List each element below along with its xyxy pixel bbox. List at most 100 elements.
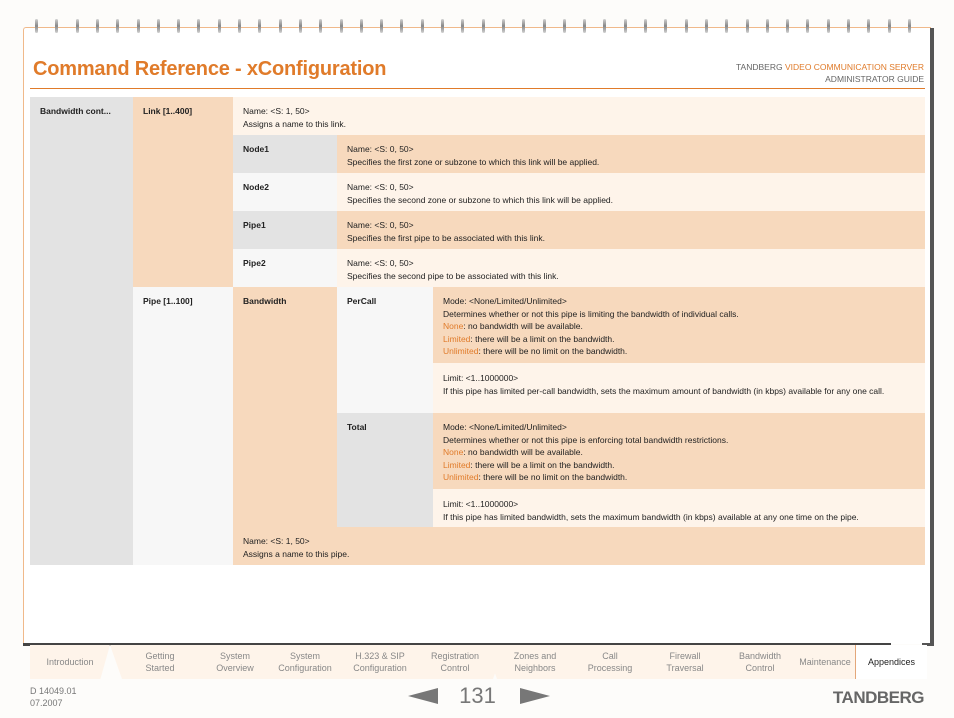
tab-introduction[interactable]: Introduction xyxy=(30,645,110,679)
tab-label-line: Neighbors xyxy=(514,663,556,673)
binder-ring-icon xyxy=(542,19,546,33)
link-name-desc: Assigns a name to this link. xyxy=(243,118,346,129)
binder-ring-icon xyxy=(664,19,668,33)
total-mode-head: Mode: <None/Limited/Unlimited> xyxy=(443,422,567,432)
binder-ring-icon xyxy=(95,19,99,33)
section-tabs: Introduction Getting Started System Overview… xyxy=(30,645,930,681)
option-name: Limited xyxy=(443,333,471,344)
binder-ring-icon xyxy=(319,19,323,33)
percall-limit-head: Limit: <1..1000000> xyxy=(443,373,519,383)
tab-label-line: Firewall xyxy=(669,651,701,661)
brand-name: TANDBERG xyxy=(736,62,783,72)
binder-ring-icon xyxy=(55,19,59,33)
next-page-icon[interactable] xyxy=(520,688,550,704)
total-mode-cell: Mode: <None/Limited/Unlimited> Determine… xyxy=(433,413,925,489)
binder-ring-icon xyxy=(75,19,79,33)
option-name: None xyxy=(443,447,464,457)
binder-ring-icon xyxy=(867,19,871,33)
option-line: None: no bandwidth will be available. xyxy=(443,320,915,333)
node1-label: Node1 xyxy=(243,144,269,154)
page-title: Command Reference - xConfiguration xyxy=(33,58,387,80)
binder-ring-icon xyxy=(339,19,343,33)
pipe-name-head: Name: <S: 1, 50> xyxy=(243,536,310,546)
pipe-name-desc: Assigns a name to this pipe. xyxy=(243,548,350,559)
option-line: Unlimited: there will be no limit on the… xyxy=(443,345,915,358)
total-label-text: Total xyxy=(347,422,367,432)
tab-label: Appendices xyxy=(868,656,915,668)
binder-ring-icon xyxy=(116,19,120,33)
tab-appendices[interactable]: Appendices xyxy=(855,645,927,679)
bandwidth-label-text: Bandwidth xyxy=(243,296,287,306)
binder-ring-icon xyxy=(623,19,627,33)
guide-name: ADMINISTRATOR GUIDE xyxy=(825,74,924,84)
link-label: Link [1..400] xyxy=(133,97,233,287)
node2-head: Name: <S: 0, 50> xyxy=(347,182,414,192)
tab-label-line: Registration xyxy=(430,651,480,661)
percall-limit-cell: Limit: <1..1000000> If this pipe has lim… xyxy=(433,363,925,413)
binder-ring-icon xyxy=(197,19,201,33)
option-desc: : no bandwidth will be available. xyxy=(463,321,583,331)
binder-ring-icon xyxy=(786,19,790,33)
option-name: Limited xyxy=(443,459,471,470)
binder-ring-icon xyxy=(238,19,241,33)
node1-head: Name: <S: 0, 50> xyxy=(347,144,414,154)
tab-label-line: Control xyxy=(745,663,775,673)
node1-desc: Specifies the first zone or subzone to w… xyxy=(347,156,600,167)
binder-rings xyxy=(30,19,930,35)
binder-ring-icon xyxy=(907,19,911,33)
percall-limit-desc: If this pipe has limited per-call bandwi… xyxy=(443,385,885,396)
pipe2-label: Pipe2 xyxy=(243,258,266,268)
node2-desc: Specifies the second zone or subzone to … xyxy=(347,194,614,205)
pipe2-desc: Specifies the second pipe to be associat… xyxy=(347,270,559,281)
pager: 131 xyxy=(405,683,555,713)
bandwidth-label: Bandwidth xyxy=(233,287,337,527)
option-name: None xyxy=(443,321,464,331)
binder-ring-icon xyxy=(136,19,140,33)
binder-ring-icon xyxy=(704,19,708,33)
link-row-label: Pipe2 xyxy=(233,249,337,287)
tab-label: Call Processing xyxy=(588,650,633,674)
section-label: Bandwidth cont... xyxy=(30,97,133,565)
tab-label: Registration Control xyxy=(431,650,479,674)
pipe1-label: Pipe1 xyxy=(243,220,266,230)
binder-ring-icon xyxy=(400,19,404,33)
option-name: Unlimited xyxy=(443,472,479,482)
option-line: Limited: there will be a limit on the ba… xyxy=(443,333,915,346)
total-mode-desc: Determines whether or not this pipe is e… xyxy=(443,434,729,445)
link-name-head: Name: <S: 1, 50> xyxy=(243,106,310,116)
binder-ring-icon xyxy=(35,19,38,33)
percall-mode-cell: Mode: <None/Limited/Unlimited> Determine… xyxy=(433,287,925,363)
tab-label: Zones and Neighbors xyxy=(514,650,557,674)
tab-label-line: Configuration xyxy=(278,663,332,673)
pipe1-head: Name: <S: 0, 50> xyxy=(347,220,414,230)
binder-ring-icon xyxy=(684,19,688,33)
doc-id-text: D 14049.01 xyxy=(30,686,77,696)
binder-ring-icon xyxy=(501,19,505,33)
product-name: VIDEO COMMUNICATION SERVER xyxy=(784,62,924,72)
tab-label: Maintenance xyxy=(799,656,851,668)
percall-label: PerCall xyxy=(337,287,433,413)
binder-ring-icon xyxy=(806,19,810,33)
document-header: TANDBERG VIDEO COMMUNICATION SERVER ADMI… xyxy=(736,61,924,85)
section-label-text: Bandwidth cont... xyxy=(40,106,111,116)
total-label: Total xyxy=(337,413,433,527)
doc-date: 07.2007 xyxy=(30,698,63,708)
option-desc: : there will be a limit on the bandwidth… xyxy=(470,333,615,344)
binder-ring-icon xyxy=(765,19,769,33)
previous-page-icon[interactable] xyxy=(408,688,438,704)
tab-label-line: Maintenance xyxy=(799,657,851,667)
binder-ring-icon xyxy=(725,19,729,33)
pipe-label-text: Pipe [1..100] xyxy=(143,296,193,306)
total-limit-cell: Limit: <1..1000000> If this pipe has lim… xyxy=(433,489,925,527)
total-limit-desc: If this pipe has limited bandwidth, sets… xyxy=(443,511,859,522)
tab-label: Getting Started xyxy=(145,650,174,674)
link-row-desc: Name: <S: 0, 50> Specifies the first zon… xyxy=(337,135,925,173)
pipe-name-cell: Name: <S: 1, 50> Assigns a name to this … xyxy=(233,527,925,565)
link-row-desc: Name: <S: 0, 50> Specifies the second zo… xyxy=(337,173,925,211)
tab-label-line: Processing xyxy=(587,663,633,673)
binder-ring-icon xyxy=(156,19,160,33)
tab-label-line: Started xyxy=(145,663,175,673)
binder-ring-icon xyxy=(562,19,566,33)
link-name-cell: Name: <S: 1, 50> Assigns a name to this … xyxy=(233,97,925,135)
page-number: 131 xyxy=(459,683,496,708)
